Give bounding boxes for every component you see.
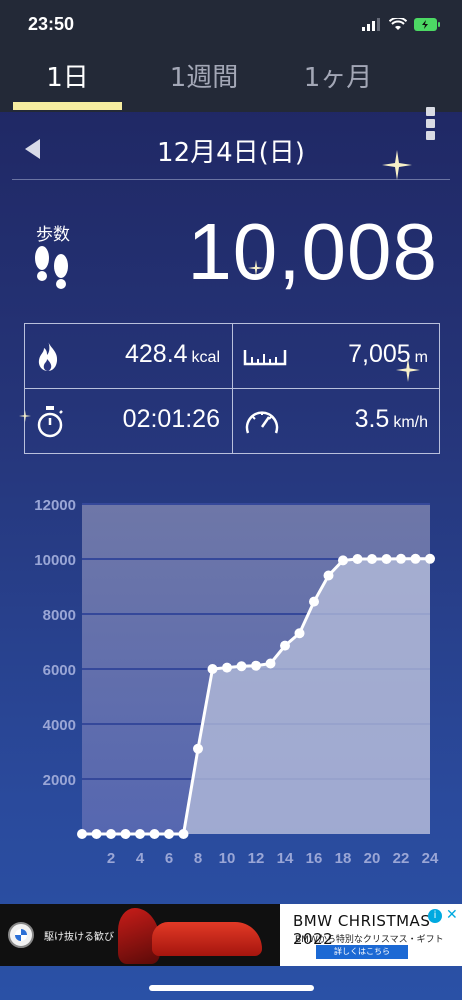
tab-1-month[interactable]: 1ヶ月 xyxy=(283,60,393,110)
x-tick-label: 16 xyxy=(306,850,323,867)
data-point xyxy=(106,829,116,839)
data-point xyxy=(381,554,392,564)
data-point xyxy=(309,596,319,607)
calories-unit: kcal xyxy=(191,349,220,366)
battery-icon xyxy=(414,18,440,31)
ruler-icon xyxy=(243,350,287,366)
calories-value: 428.4 xyxy=(124,340,188,368)
y-tick-label: 4000 xyxy=(43,717,76,734)
data-point xyxy=(352,554,363,564)
data-point xyxy=(149,829,160,839)
ad-car-image xyxy=(152,922,262,956)
speedometer-icon xyxy=(245,411,279,434)
x-tick-label: 24 xyxy=(422,850,439,867)
data-point xyxy=(193,743,203,754)
status-bar: 23:50 xyxy=(0,0,462,52)
data-point xyxy=(251,660,261,671)
sparkle-icon xyxy=(396,358,420,382)
y-tick-label: 8000 xyxy=(43,607,76,624)
y-tick-label: 10000 xyxy=(34,552,76,569)
data-point xyxy=(236,661,247,672)
ad-image[interactable]: 駆け抜ける歓び xyxy=(0,904,280,966)
ad-cta-button[interactable]: 詳しくはこちら xyxy=(316,945,408,959)
data-point xyxy=(367,554,377,564)
y-tick-label: 2000 xyxy=(43,772,76,789)
footprints-icon xyxy=(35,246,68,289)
data-point xyxy=(77,829,87,839)
x-tick-label: 18 xyxy=(335,850,352,867)
wifi-icon xyxy=(389,18,407,30)
x-tick-label: 20 xyxy=(364,850,381,867)
y-tick-label: 12000 xyxy=(34,497,76,514)
data-point xyxy=(265,658,276,669)
data-point xyxy=(164,829,174,839)
sparkle-icon xyxy=(382,150,412,180)
data-point xyxy=(91,829,102,839)
data-point xyxy=(120,829,131,839)
steps-count: 10,008 xyxy=(187,207,438,296)
data-point xyxy=(222,662,232,673)
x-tick-label: 14 xyxy=(277,850,294,867)
signal-icon xyxy=(362,18,380,31)
ad-close-icon[interactable]: ✕ xyxy=(446,907,458,923)
x-tick-label: 8 xyxy=(194,850,202,867)
speed-unit: km/h xyxy=(393,414,428,431)
steps-chart: 200040006000800010000120002 4 6 8 10 12 14 16 18… xyxy=(34,497,439,867)
stats-grid: 428.4 kcal 7,005 m 02:01:26 3.5 km/h xyxy=(24,323,440,454)
x-tick-label: 6 xyxy=(165,850,173,867)
data-point xyxy=(294,628,305,639)
flame-icon xyxy=(38,341,58,371)
status-time: 23:50 xyxy=(28,14,75,34)
ad-subtitle: BMWから特別なクリスマス・ギフト xyxy=(295,935,444,945)
data-point xyxy=(338,555,348,566)
ad-tagline: 駆け抜ける歓び xyxy=(44,932,114,943)
calories-cell: 428.4 kcal xyxy=(25,324,232,389)
sparkle-icon xyxy=(19,410,31,422)
tab-1-week[interactable]: 1週間 xyxy=(148,60,260,110)
data-point xyxy=(425,553,435,564)
sparkle-icon xyxy=(248,260,264,276)
active-tab-indicator xyxy=(13,102,122,110)
x-tick-label: 22 xyxy=(393,850,410,867)
home-indicator xyxy=(149,985,314,991)
data-point xyxy=(135,829,145,839)
ad-banner[interactable]: 駆け抜ける歓び BMW CHRISTMAS 2022 BMWから特別なクリスマス… xyxy=(0,904,462,966)
data-point xyxy=(178,829,189,839)
steps-label: 歩数 xyxy=(36,225,70,245)
bmw-logo xyxy=(8,922,34,948)
data-point xyxy=(280,640,290,651)
data-point xyxy=(396,553,406,564)
x-tick-label: 12 xyxy=(248,850,265,867)
data-point xyxy=(323,570,334,581)
x-tick-label: 4 xyxy=(136,850,145,867)
duration-cell: 02:01:26 xyxy=(25,389,232,454)
x-tick-label: 2 xyxy=(107,850,115,867)
stopwatch-icon xyxy=(37,406,63,438)
status-icons xyxy=(362,18,440,31)
x-tick-label: 10 xyxy=(219,850,236,867)
duration-value: 02:01:26 xyxy=(122,405,220,433)
ad-info-icon[interactable]: i xyxy=(428,909,442,923)
data-point xyxy=(207,664,218,674)
y-tick-label: 6000 xyxy=(43,662,76,679)
speed-cell: 3.5 km/h xyxy=(233,389,440,454)
data-point xyxy=(410,553,421,564)
speed-value: 3.5 xyxy=(354,405,390,433)
